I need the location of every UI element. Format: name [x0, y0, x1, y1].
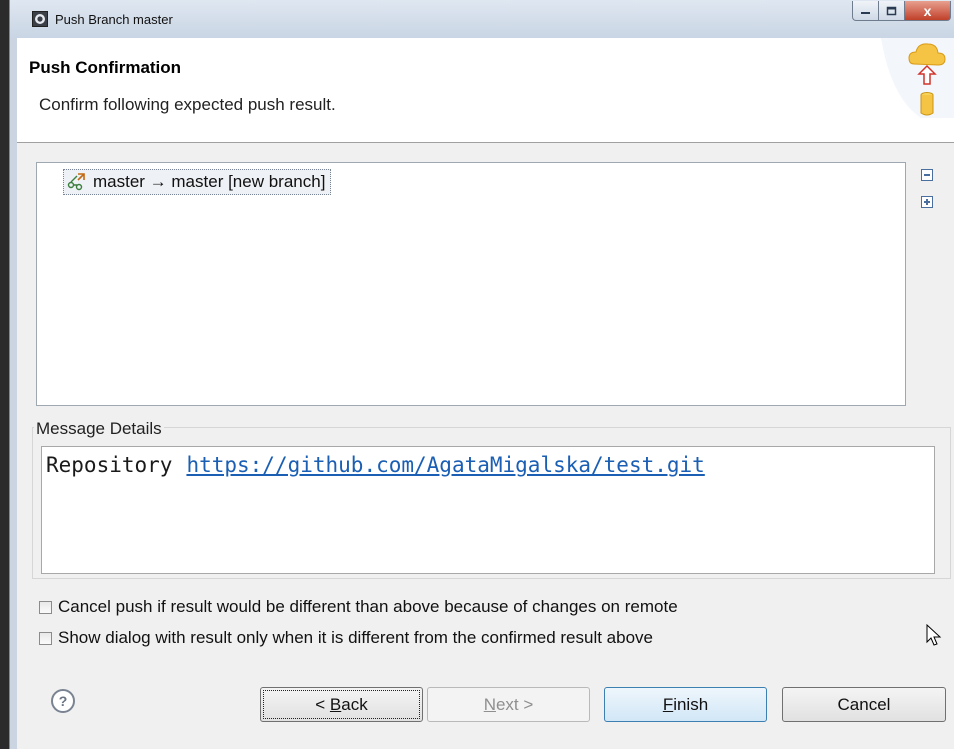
dialog-body: Push Confirmation Confirm following expe… — [17, 38, 954, 749]
repository-label: Repository — [46, 453, 173, 477]
next-button-label: ext > — [495, 694, 534, 714]
wizard-header: Push Confirmation Confirm following expe… — [17, 38, 954, 143]
window-title: Push Branch master — [55, 12, 173, 27]
back-button-label: ack — [341, 694, 368, 714]
cancel-if-different-checkbox[interactable] — [39, 600, 52, 614]
minimize-button[interactable] — [852, 1, 879, 21]
window-controls: x — [852, 1, 951, 21]
finish-button-mnemonic: F — [662, 694, 674, 714]
show-only-when-different-checkbox[interactable] — [39, 631, 52, 645]
show-only-when-different-option[interactable]: Show dialog with result only when it is … — [39, 628, 653, 648]
minimize-icon — [861, 11, 870, 14]
page-description: Confirm following expected push result. — [39, 95, 336, 114]
message-details-text[interactable]: Repository https://github.com/AgataMigals… — [41, 446, 935, 574]
push-result-tree[interactable]: master → master [new branch] — [36, 162, 906, 406]
maximize-icon — [886, 6, 897, 15]
title-bar[interactable]: Push Branch master x — [10, 0, 954, 38]
push-cloud-icon — [881, 38, 954, 118]
page-title: Push Confirmation — [29, 58, 182, 77]
cursor-icon — [926, 624, 942, 646]
repository-url-link[interactable]: https://github.com/AgataMigalska/test.gi… — [186, 453, 704, 477]
expand-all-icon[interactable] — [921, 196, 933, 208]
cancel-button[interactable]: Cancel — [782, 687, 946, 722]
close-button[interactable]: x — [905, 1, 951, 21]
show-only-when-different-label: Show dialog with result only when it is … — [58, 628, 653, 647]
tree-item-label: master → master [new branch] — [93, 172, 326, 191]
help-button[interactable]: ? — [51, 689, 75, 713]
next-button: Next > — [427, 687, 590, 722]
cancel-if-different-option[interactable]: Cancel push if result would be different… — [39, 597, 678, 617]
next-button-mnemonic: N — [483, 694, 496, 714]
cancel-button-label: Cancel — [837, 694, 891, 714]
finish-button-label: inish — [673, 694, 709, 714]
finish-button[interactable]: Finish — [604, 687, 767, 722]
maximize-button[interactable] — [879, 1, 905, 21]
back-button[interactable]: < Back — [260, 687, 423, 722]
close-icon: x — [923, 2, 932, 19]
back-button-prefix: < — [315, 694, 330, 714]
collapse-all-icon[interactable] — [921, 169, 933, 181]
message-details-label: Message Details — [34, 419, 164, 439]
cancel-if-different-label: Cancel push if result would be different… — [58, 597, 678, 616]
help-icon: ? — [58, 693, 68, 709]
push-branch-dialog: Push Branch master x Push Confirmation C… — [9, 0, 954, 749]
app-icon — [32, 11, 48, 27]
back-button-mnemonic: B — [329, 694, 342, 714]
tree-item[interactable]: master → master [new branch] — [63, 169, 332, 195]
branch-push-icon — [67, 173, 85, 191]
